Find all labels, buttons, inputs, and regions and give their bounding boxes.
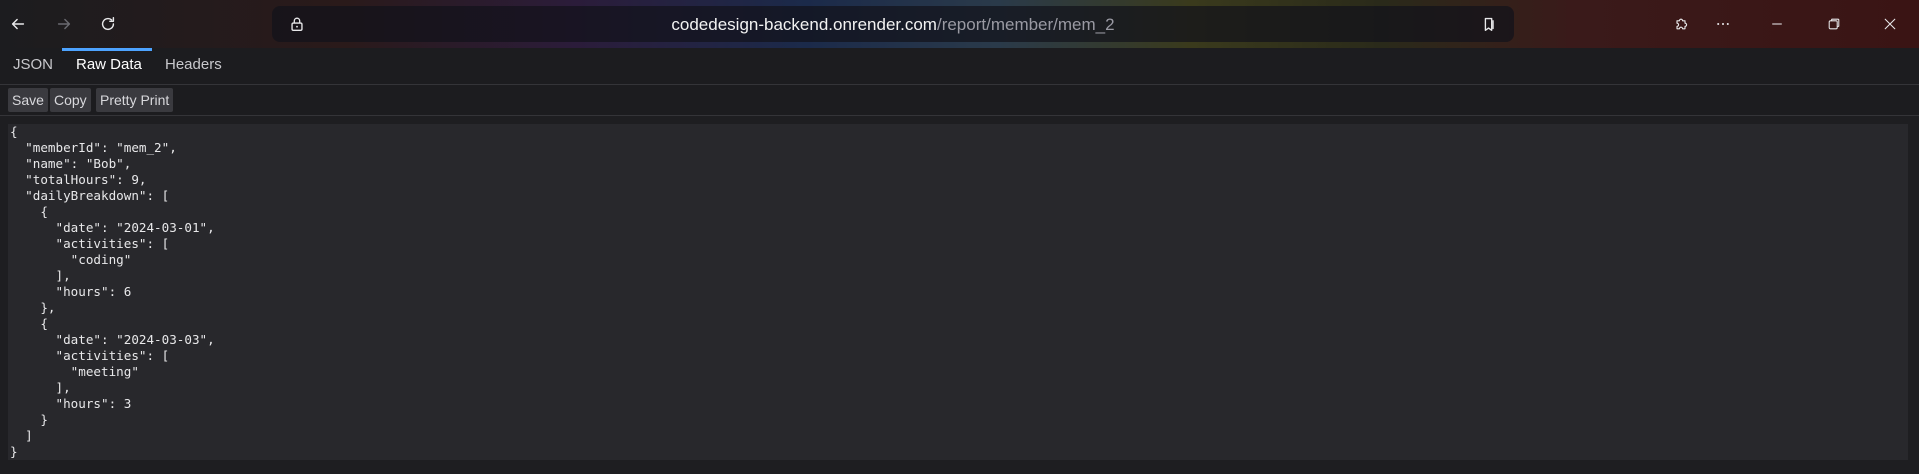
more-horizontal-icon <box>1717 22 1729 26</box>
tab-headers[interactable]: Headers <box>165 56 222 73</box>
arrow-left-icon <box>11 18 25 30</box>
raw-data-toolbar: Save Copy Pretty Print <box>0 85 1919 116</box>
more-menu-button[interactable] <box>1709 10 1737 38</box>
copy-button[interactable]: Copy <box>50 88 91 112</box>
url-host: codedesign-backend.onrender.com <box>671 15 937 34</box>
raw-data-panel[interactable]: { "memberId": "mem_2", "name": "Bob", "t… <box>8 124 1908 460</box>
close-icon <box>1884 18 1896 30</box>
back-button[interactable] <box>4 10 32 38</box>
active-tab-indicator <box>62 48 152 51</box>
address-bar[interactable]: codedesign-backend.onrender.com/report/m… <box>272 6 1514 42</box>
viewer-tab-bar: JSON Raw Data Headers <box>0 48 1919 85</box>
browser-title-bar: codedesign-backend.onrender.com/report/m… <box>0 0 1919 48</box>
url-path: /report/member/mem_2 <box>936 15 1115 34</box>
bookmark-icon[interactable] <box>1480 15 1498 33</box>
arrow-right-icon <box>57 18 71 30</box>
raw-json-text[interactable]: { "memberId": "mem_2", "name": "Bob", "t… <box>8 124 1908 460</box>
refresh-button[interactable] <box>94 10 122 38</box>
forward-button[interactable] <box>50 10 78 38</box>
restore-button[interactable] <box>1820 10 1848 38</box>
pretty-print-button[interactable]: Pretty Print <box>96 88 174 112</box>
save-button[interactable]: Save <box>8 88 48 112</box>
restore-icon <box>1828 18 1840 30</box>
tab-json[interactable]: JSON <box>13 56 53 73</box>
extensions-button[interactable] <box>1667 10 1695 38</box>
minimize-icon <box>1772 23 1782 25</box>
close-button[interactable] <box>1876 10 1904 38</box>
minimize-button[interactable] <box>1763 10 1791 38</box>
tab-raw-data[interactable]: Raw Data <box>76 56 142 73</box>
url-text[interactable]: codedesign-backend.onrender.com/report/m… <box>272 15 1514 35</box>
puzzle-icon <box>1676 18 1688 30</box>
refresh-icon <box>101 16 115 31</box>
